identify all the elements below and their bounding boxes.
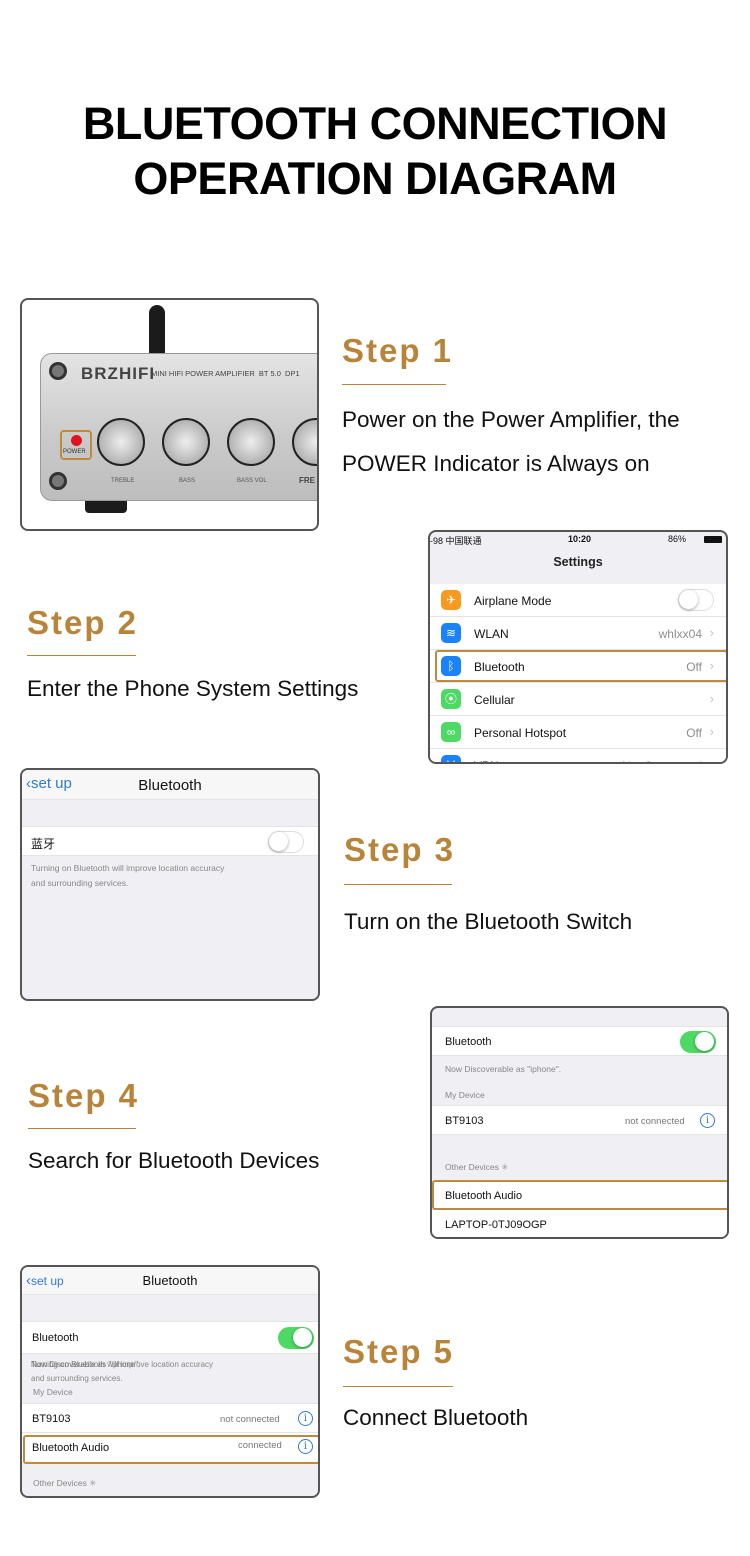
settings-item-label: Airplane Mode: [474, 594, 552, 608]
step-1-desc-line2: POWER Indicator is Always on: [342, 451, 650, 476]
battery-icon: [704, 536, 722, 543]
bluetooth-connected-screen: ‹set up Bluetooth Bluetooth Turning on B…: [20, 1265, 320, 1498]
page-title-line2: OPERATION DIAGRAM: [133, 153, 617, 204]
settings-item-personal-hotspot[interactable]: ∞ Personal Hotspot Off ›: [430, 716, 726, 749]
device-name: BT9103: [32, 1413, 71, 1425]
other-devices-header: Other Devices ✳: [445, 1162, 509, 1172]
bluetooth-highlight: [435, 650, 726, 682]
spinner-icon: ✳: [501, 1162, 509, 1172]
device-row[interactable]: LAPTOP-0TJ09OGP: [432, 1210, 727, 1237]
bluetooth-search-screen: Bluetooth Now Discoverable as "iphone". …: [430, 1006, 729, 1239]
settings-item-value: whlxx04: [658, 627, 702, 641]
status-battery: 86%: [668, 534, 687, 544]
knob: [227, 418, 275, 466]
settings-item-value: Not Connected: [622, 759, 702, 762]
settings-item-label: VPN: [474, 759, 499, 762]
knob-label: TREBLE: [111, 478, 135, 484]
bluetooth-off-screen: ‹set up Bluetooth 蓝牙 Turning on Bluetoot…: [20, 768, 320, 1001]
note: and surrounding services.: [31, 878, 129, 888]
step-1-desc-line1: Power on the Power Amplifier, the: [342, 407, 680, 432]
settings-item-label: Personal Hotspot: [474, 726, 567, 740]
divider: [344, 884, 452, 885]
chevron-right-icon: ›: [709, 625, 714, 640]
step-2-heading: Step 2: [27, 604, 139, 641]
settings-item-value: Off: [686, 726, 702, 740]
step-5-heading: Step 5: [343, 1333, 455, 1370]
settings-screen: -98 中国联通 10:20 86% Settings ✈ Airplane M…: [428, 530, 728, 764]
step-5-desc: Connect Bluetooth: [343, 1405, 529, 1430]
settings-item-wlan[interactable]: ≋ WLAN whlxx04 ›: [430, 617, 726, 650]
airplane-icon: ✈: [441, 590, 461, 610]
airplane-toggle[interactable]: [678, 589, 714, 611]
status-time: 10:20: [568, 534, 592, 544]
divider: [28, 1128, 136, 1129]
bluetooth-audio-highlight: [23, 1435, 318, 1464]
note: Turning on Bluetooth will improve locati…: [31, 863, 225, 873]
divider: [342, 384, 446, 385]
my-device-header: My Device: [33, 1387, 73, 1397]
info-icon[interactable]: i: [298, 1411, 313, 1426]
device-status: not connected: [220, 1414, 280, 1425]
step-3-heading: Step 3: [344, 831, 456, 868]
settings-item-airplane-mode[interactable]: ✈ Airplane Mode: [430, 584, 726, 617]
chevron-right-icon: ›: [709, 724, 714, 739]
device-row[interactable]: BT9103 not connected i: [432, 1105, 727, 1135]
step-4-desc: Search for Bluetooth Devices: [28, 1148, 320, 1173]
device-status: not connected: [625, 1116, 685, 1127]
antenna: [149, 305, 165, 357]
my-device-header: My Device: [445, 1090, 485, 1100]
note: and surrounding services.: [31, 1374, 123, 1383]
chevron-right-icon: ›: [709, 691, 714, 706]
power-label: POWER: [63, 449, 86, 455]
page-title-line1: BLUETOOTH CONNECTION: [82, 98, 668, 149]
bluetooth-audio-highlight: [432, 1180, 727, 1210]
vpn-icon: V: [441, 755, 461, 762]
settings-item-cellular[interactable]: ⦿ Cellular ›: [430, 683, 726, 716]
step-1-heading: Step 1: [342, 332, 454, 369]
info-icon[interactable]: i: [700, 1113, 715, 1128]
bluetooth-label: Bluetooth: [445, 1036, 492, 1048]
model-text: MINI HIFI POWER AMPLIFIER BT 5.0 DP1: [151, 369, 300, 378]
status-carrier: -98 中国联通: [430, 536, 482, 546]
settings-item-vpn[interactable]: V VPN Not Connected ›: [430, 749, 726, 762]
step-3-desc: Turn on the Bluetooth Switch: [344, 909, 633, 934]
step-4-heading: Step 4: [28, 1077, 140, 1114]
spinner-icon: ✳: [89, 1478, 97, 1488]
device-name: BT9103: [445, 1115, 484, 1127]
knob: [292, 418, 317, 466]
discoverable-text: Now Discoverable as "iphone".: [31, 1360, 141, 1369]
bluetooth-toggle[interactable]: [278, 1327, 314, 1349]
divider: [343, 1386, 453, 1387]
step-2-desc: Enter the Phone System Settings: [27, 676, 359, 701]
knob-label: BASS VOL: [237, 478, 267, 484]
bluetooth-label: 蓝牙: [31, 837, 56, 851]
other-devices-header: Other Devices ✳: [33, 1478, 97, 1488]
screen-title: Bluetooth: [142, 1273, 198, 1288]
wifi-icon: ≋: [441, 623, 461, 643]
bluetooth-label: Bluetooth: [32, 1332, 79, 1344]
chevron-right-icon: ›: [710, 757, 714, 762]
knob-label: FRE: [299, 476, 315, 485]
divider: [27, 655, 136, 656]
power-indicator-highlight: POWER: [60, 430, 92, 460]
discoverable-text: Now Discoverable as "iphone".: [445, 1064, 562, 1074]
device-name: LAPTOP-0TJ09OGP: [445, 1219, 547, 1231]
knob-label: BASS: [179, 478, 196, 484]
knob: [162, 418, 210, 466]
settings-title: Settings: [553, 555, 603, 569]
bluetooth-toggle[interactable]: [268, 831, 304, 853]
amplifier-photo: BRZHIFI MINI HIFI POWER AMPLIFIER BT 5.0…: [20, 298, 319, 531]
knob: [97, 418, 145, 466]
settings-item-label: WLAN: [474, 627, 509, 641]
screen-title: Bluetooth: [138, 777, 202, 794]
bluetooth-toggle[interactable]: [680, 1031, 716, 1053]
amplifier-front-panel: BRZHIFI MINI HIFI POWER AMPLIFIER BT 5.0…: [40, 353, 317, 501]
device-row[interactable]: BT9103 not connected i: [22, 1403, 318, 1433]
brand-logo: BRZHIFI: [81, 364, 156, 383]
settings-item-label: Cellular: [474, 693, 515, 707]
hotspot-icon: ∞: [441, 722, 461, 742]
cellular-icon: ⦿: [441, 689, 461, 709]
